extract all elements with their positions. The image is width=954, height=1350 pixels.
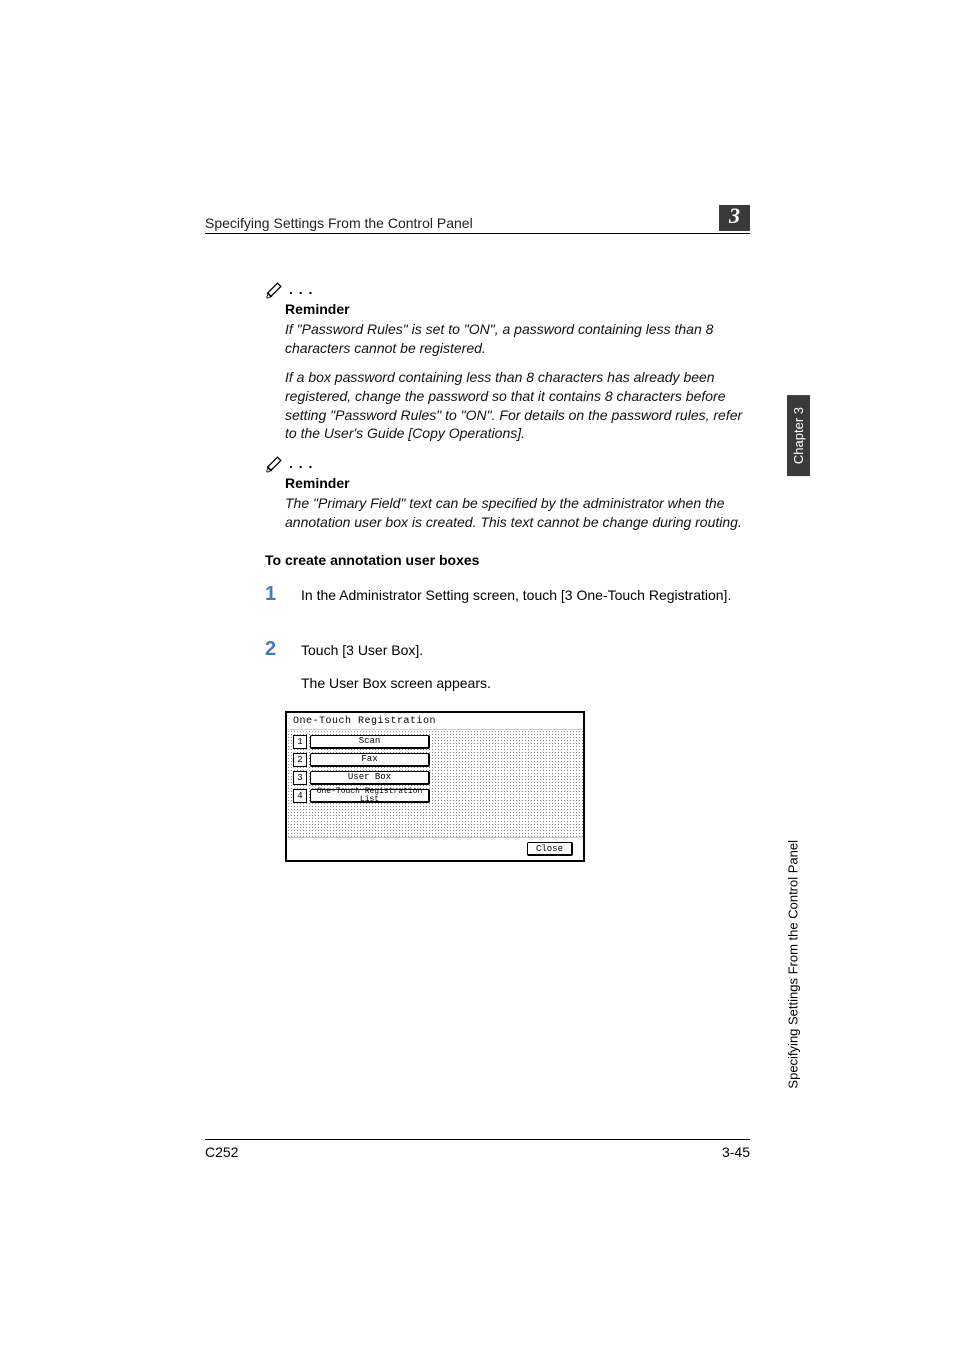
user-box-button[interactable]: User Box <box>310 771 430 785</box>
menu-number: 1 <box>293 735 307 749</box>
page-footer: C252 3-45 <box>205 1139 750 1160</box>
step-row: 1 In the Administrator Setting screen, t… <box>265 583 750 606</box>
device-screen: One-Touch Registration 1 Scan 2 Fax 3 Us… <box>285 711 585 862</box>
reminder-heading: Reminder <box>285 475 750 491</box>
screen-title: One-Touch Registration <box>287 713 583 729</box>
footer-model: C252 <box>205 1144 238 1160</box>
fax-button[interactable]: Fax <box>310 753 430 767</box>
chapter-number-tab: 3 <box>719 205 750 231</box>
step-text: In the Administrator Setting screen, tou… <box>301 586 750 606</box>
one-touch-list-button[interactable]: One-Touch Registration List <box>310 789 430 803</box>
reminder-icon-row: . . . <box>265 279 750 299</box>
step-subtext: The User Box screen appears. <box>301 675 750 691</box>
footer-page-number: 3-45 <box>722 1144 750 1160</box>
reminder-text: If a box password containing less than 8… <box>285 368 750 444</box>
page-content: Specifying Settings From the Control Pan… <box>205 205 750 862</box>
menu-number: 4 <box>293 789 307 803</box>
menu-row: 4 One-Touch Registration List <box>293 789 577 803</box>
close-button[interactable]: Close <box>527 842 573 856</box>
scan-button[interactable]: Scan <box>310 735 430 749</box>
ellipsis-icon: . . . <box>289 281 313 297</box>
screen-body: 1 Scan 2 Fax 3 User Box 4 One-Touch Regi… <box>287 729 583 838</box>
ellipsis-icon: . . . <box>289 455 313 471</box>
reminder-heading: Reminder <box>285 301 750 317</box>
menu-row: 2 Fax <box>293 753 577 767</box>
reminder-text: The "Primary Field" text can be specifie… <box>285 494 750 532</box>
header-title: Specifying Settings From the Control Pan… <box>205 215 473 231</box>
reminder-text: If "Password Rules" is set to "ON", a pa… <box>285 320 750 358</box>
menu-row: 1 Scan <box>293 735 577 749</box>
step-number: 1 <box>265 583 279 606</box>
step-text: Touch [3 User Box]. <box>301 641 750 661</box>
side-running-title: Specifying Settings From the Control Pan… <box>786 840 801 1089</box>
menu-row: 3 User Box <box>293 771 577 785</box>
reminder-icon-row: . . . <box>265 453 750 473</box>
step-number: 2 <box>265 638 279 661</box>
pencil-icon <box>265 279 285 299</box>
body-content: . . . Reminder If "Password Rules" is se… <box>205 279 750 862</box>
menu-number: 2 <box>293 753 307 767</box>
step-row: 2 Touch [3 User Box]. <box>265 638 750 661</box>
side-chapter-tab: Chapter 3 <box>787 395 810 476</box>
section-heading: To create annotation user boxes <box>265 552 750 568</box>
running-header: Specifying Settings From the Control Pan… <box>205 205 750 234</box>
pencil-icon <box>265 453 285 473</box>
menu-number: 3 <box>293 771 307 785</box>
screen-footer: Close <box>287 838 583 860</box>
